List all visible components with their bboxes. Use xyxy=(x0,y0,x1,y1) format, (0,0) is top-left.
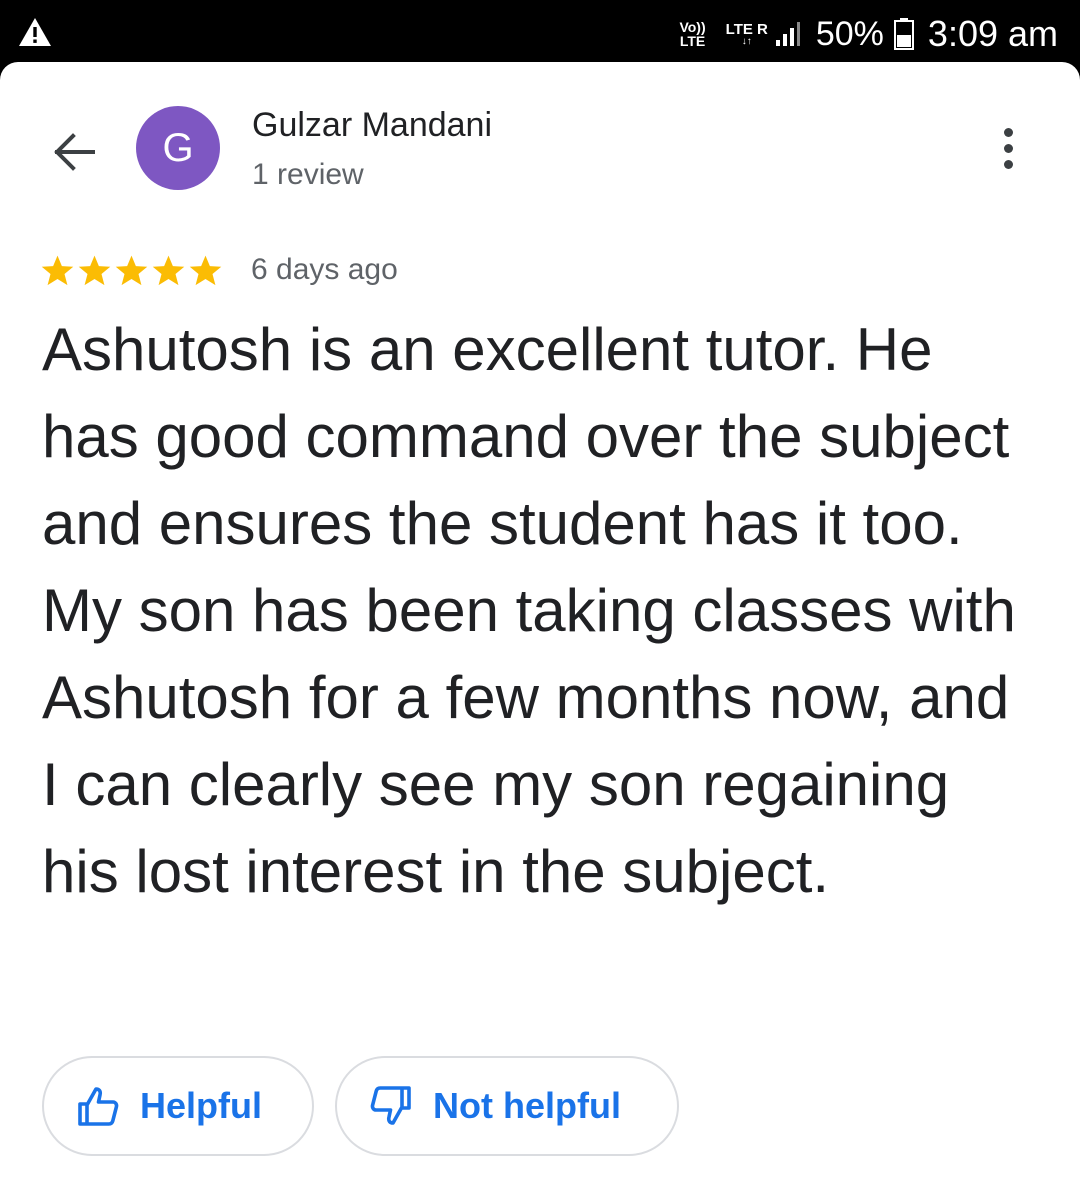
review-date: 6 days ago xyxy=(251,253,398,286)
thumb-up-icon xyxy=(78,1087,119,1126)
arrow-left-icon xyxy=(54,133,95,171)
network-indicator: LTE R ↓↑ xyxy=(726,22,768,47)
review-count: 1 review xyxy=(252,158,364,191)
star-icon xyxy=(78,255,111,285)
status-bar: Vo)) LTE LTE R ↓↑ 50% 3:09 am xyxy=(0,0,1080,66)
more-options-button[interactable] xyxy=(980,120,1036,176)
warning-icon xyxy=(19,18,51,46)
helpful-button[interactable]: Helpful xyxy=(42,1056,314,1156)
volte-bottom: LTE xyxy=(679,33,706,49)
star-rating xyxy=(40,253,223,288)
battery-percent: 50% xyxy=(815,14,884,53)
not-helpful-label: Not helpful xyxy=(433,1085,621,1126)
avatar-letter: G xyxy=(162,125,194,170)
more-vertical-icon-dot xyxy=(1003,159,1013,169)
reviewer-name[interactable]: Gulzar Mandani xyxy=(252,106,492,145)
not-helpful-button[interactable]: Not helpful xyxy=(335,1056,679,1156)
battery-icon xyxy=(893,18,914,50)
star-icon xyxy=(41,255,74,285)
review-text: Ashutosh is an excellent tutor. He has g… xyxy=(42,316,1016,905)
star-icon xyxy=(115,255,148,285)
back-button[interactable] xyxy=(38,116,110,188)
status-indicators: Vo)) LTE LTE R ↓↑ 50% 3:09 am xyxy=(679,10,1058,58)
network-arrows: ↓↑ xyxy=(741,35,752,47)
thumb-down-icon xyxy=(370,1086,411,1125)
volte-indicator: Vo)) LTE xyxy=(679,20,705,48)
more-vertical-icon-dot xyxy=(1003,143,1013,153)
network-label: LTE R xyxy=(725,20,768,38)
volte-top: Vo)) xyxy=(679,19,706,35)
review-sheet: G Gulzar Mandani 1 review 6 days ago Ash… xyxy=(0,62,1080,1200)
signal-icon xyxy=(775,22,800,46)
rating-row: 6 days ago xyxy=(40,248,398,292)
avatar[interactable]: G xyxy=(136,106,220,190)
more-vertical-icon xyxy=(1003,127,1013,137)
star-icon xyxy=(152,255,185,285)
star-icon xyxy=(189,255,222,285)
helpful-label: Helpful xyxy=(140,1085,262,1126)
clock: 3:09 am xyxy=(927,13,1058,54)
